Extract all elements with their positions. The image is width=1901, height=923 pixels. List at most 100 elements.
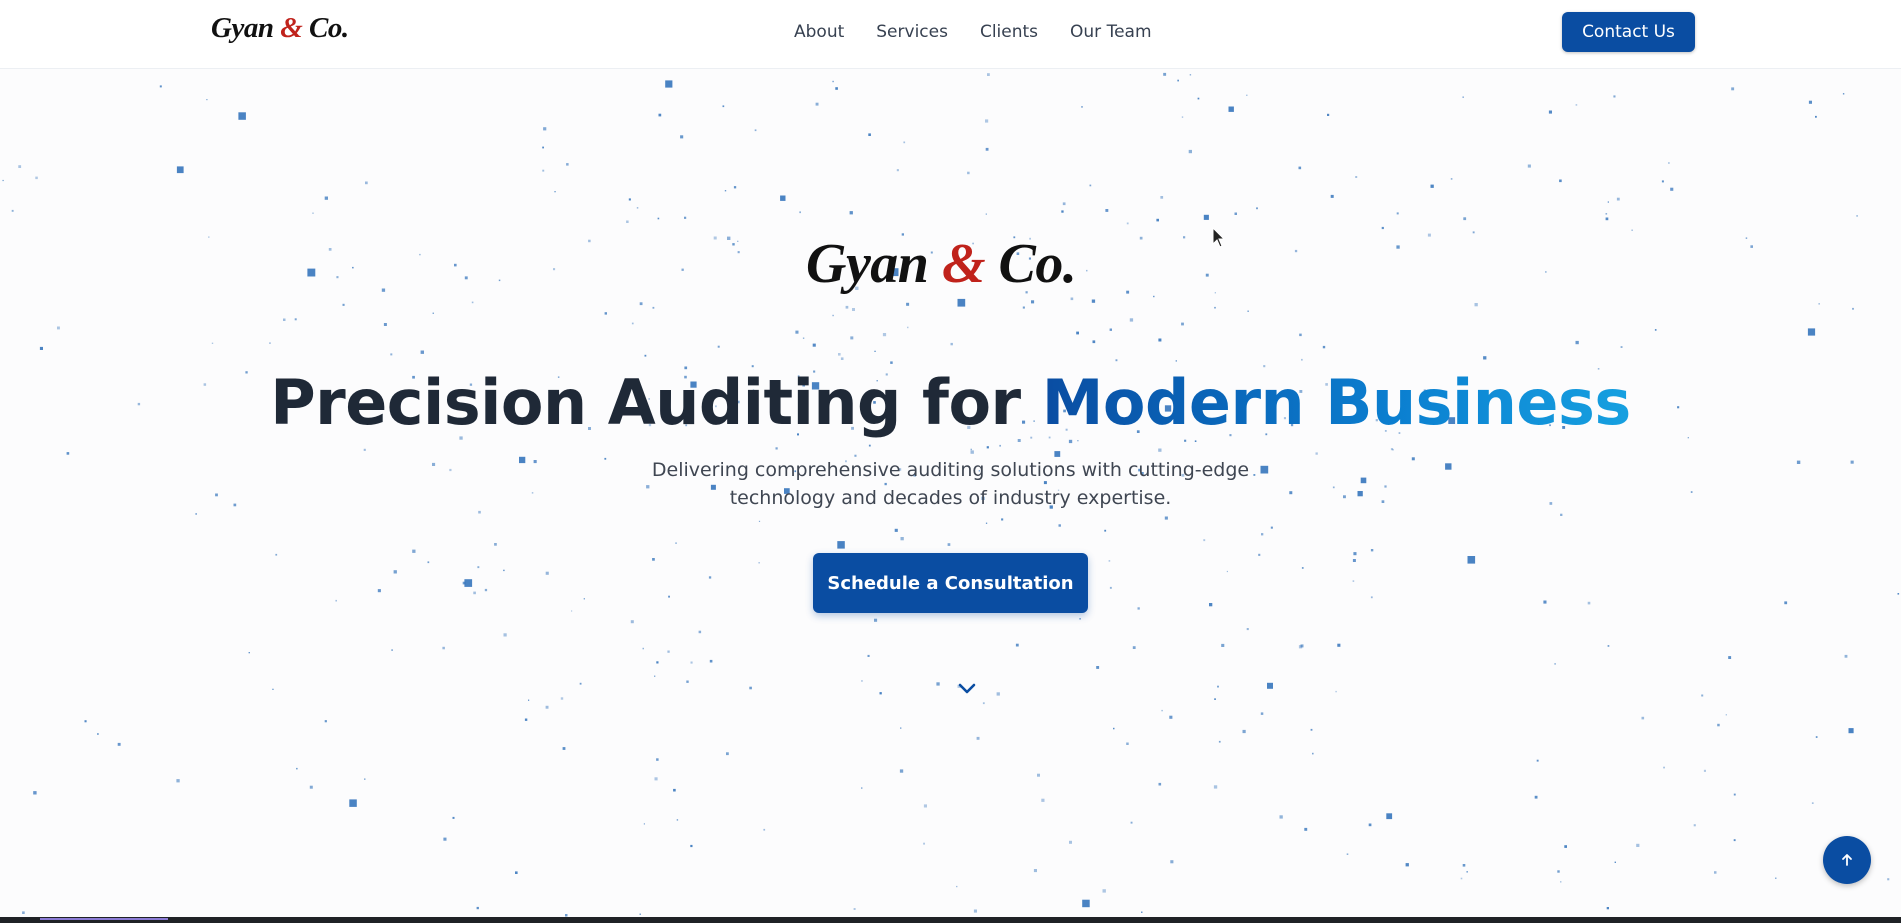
particle (542, 146, 544, 149)
particle (639, 913, 641, 915)
particle (515, 871, 518, 874)
particle (749, 686, 752, 690)
nav-link-our-team[interactable]: Our Team (1070, 22, 1151, 42)
particle (579, 682, 582, 685)
particle (639, 302, 643, 306)
particle (97, 733, 99, 735)
particle (838, 353, 841, 356)
particle (850, 336, 854, 340)
particle (542, 169, 545, 172)
particle (1197, 97, 1200, 100)
particle (987, 73, 990, 76)
particle (1545, 271, 1547, 273)
particle (1033, 869, 1037, 873)
particle (1605, 217, 1609, 221)
particle (1430, 184, 1434, 188)
particle (1158, 338, 1162, 342)
particle (1096, 666, 1100, 669)
taskbar-item[interactable] (40, 918, 168, 920)
particle (967, 171, 970, 175)
particle (1750, 245, 1753, 248)
particle (1301, 358, 1303, 361)
particle (658, 113, 662, 117)
particle (39, 346, 43, 350)
particle (1852, 307, 1854, 310)
particle (1001, 518, 1004, 521)
particle (950, 342, 953, 346)
nav-link-clients[interactable]: Clients (980, 22, 1038, 42)
back-to-top-button[interactable] (1823, 836, 1871, 884)
particle (1077, 440, 1079, 442)
particle (427, 561, 430, 564)
particle (1733, 839, 1736, 842)
particle (1467, 556, 1476, 564)
particle (1728, 656, 1732, 659)
particle (1543, 600, 1547, 604)
nav-link-services[interactable]: Services (876, 22, 948, 42)
particle (1267, 682, 1273, 689)
particle (1109, 586, 1112, 589)
particle (452, 816, 455, 819)
particle (18, 165, 22, 168)
particle (1181, 322, 1184, 326)
particle (1557, 870, 1560, 873)
particle (654, 777, 658, 781)
particle (1163, 72, 1167, 76)
particle (381, 288, 386, 292)
particle (1213, 785, 1218, 789)
schedule-consultation-button[interactable]: Schedule a Consultation (813, 553, 1088, 613)
particle (1384, 485, 1387, 488)
nav-logo[interactable]: Gyan & Co. (211, 12, 349, 45)
navbar: Gyan & Co. About Services Clients Our Te… (0, 0, 1901, 69)
particle (1654, 329, 1657, 331)
particle (35, 176, 38, 180)
taskbar (0, 917, 1901, 923)
particle (896, 169, 899, 172)
particle (471, 301, 474, 304)
particle (1161, 709, 1163, 712)
particle (1661, 180, 1664, 183)
particle (1037, 773, 1040, 777)
chevron-down-icon[interactable] (956, 678, 978, 698)
particle (1353, 552, 1357, 556)
particle (1289, 491, 1293, 495)
particle (519, 456, 526, 464)
particle (1396, 212, 1399, 215)
particle (837, 541, 845, 549)
particle (1015, 643, 1019, 647)
headline-accent: Modern Business (1041, 366, 1632, 439)
particle (1848, 728, 1854, 734)
particle (309, 785, 313, 789)
particle (657, 217, 660, 220)
particle (296, 767, 298, 770)
particle (996, 692, 1000, 696)
hero-logo-ampersand: & (941, 233, 986, 295)
particle (815, 102, 819, 106)
particle (1462, 864, 1466, 867)
particle (352, 266, 354, 269)
particle (1298, 166, 1302, 170)
particle (349, 799, 357, 807)
particle (1130, 821, 1133, 824)
particle (652, 306, 655, 309)
particle (1203, 214, 1209, 220)
contact-us-button[interactable]: Contact Us (1562, 12, 1695, 52)
particle (363, 448, 366, 451)
particle (503, 633, 507, 637)
particle (1775, 877, 1777, 879)
particle (543, 127, 547, 131)
particle (982, 702, 985, 705)
particle (675, 542, 677, 544)
particle (1226, 570, 1228, 573)
particle (665, 80, 673, 88)
particle (1466, 871, 1468, 873)
particle (464, 276, 468, 280)
particle (238, 112, 246, 120)
nav-link-about[interactable]: About (794, 22, 844, 42)
particle (832, 80, 834, 83)
particle (22, 911, 25, 914)
particle (690, 661, 693, 664)
particle (1335, 690, 1337, 693)
particle (1549, 502, 1553, 505)
particle (1427, 233, 1431, 237)
